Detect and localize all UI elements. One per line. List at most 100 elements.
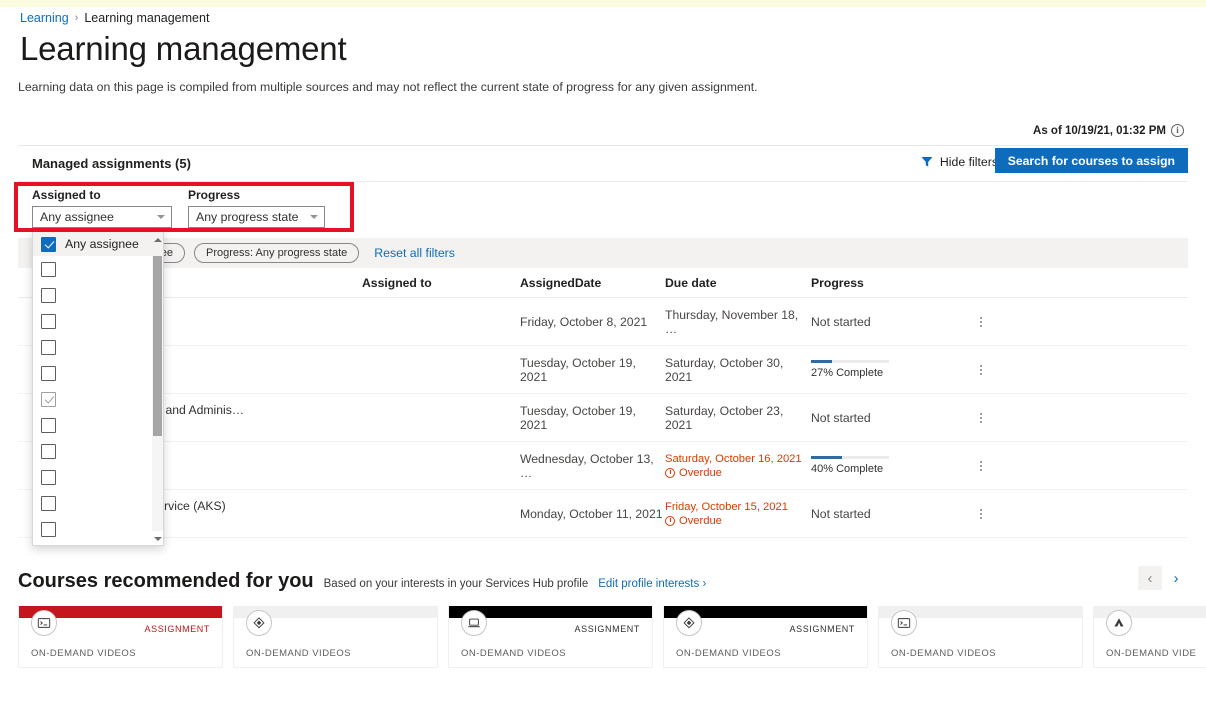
- dropdown-option[interactable]: [33, 516, 163, 542]
- table-row[interactable]: C… zure Kubernetes Service (AKS)1…Monday…: [18, 490, 1188, 538]
- carousel-nav: ‹ ›: [1138, 566, 1188, 590]
- dropdown-option[interactable]: Any assignee: [33, 232, 163, 256]
- progress-fill: [811, 360, 833, 363]
- checkbox-icon[interactable]: [41, 365, 56, 381]
- more-options-icon[interactable]: [974, 410, 988, 426]
- hide-filters-button[interactable]: Hide filters: [911, 149, 1008, 175]
- panel-title: Managed assignments (5): [32, 156, 191, 171]
- progress-bar: 27% Complete: [811, 360, 891, 379]
- dropdown-option[interactable]: [33, 464, 163, 490]
- card-content-type: ON-DEMAND VIDE: [1106, 648, 1197, 659]
- recommended-header: Courses recommended for you Based on you…: [18, 566, 1188, 593]
- cell-assigned-date: Friday, October 8, 2021: [520, 314, 648, 329]
- more-options-icon[interactable]: [974, 458, 988, 474]
- dropdown-option[interactable]: [33, 334, 163, 360]
- dropdown-option[interactable]: [33, 308, 163, 334]
- dropdown-scrollbar[interactable]: [152, 256, 163, 531]
- column-header-assigned-date[interactable]: AssignedDate: [520, 276, 665, 290]
- card-content-type: ON-DEMAND VIDEOS: [461, 648, 567, 659]
- column-header-progress[interactable]: Progress: [811, 276, 951, 290]
- column-header-assigned-to[interactable]: Assigned to: [362, 276, 520, 290]
- page-title: Learning management: [20, 30, 347, 67]
- azure-icon: [1106, 610, 1132, 636]
- recommended-course-card[interactable]: ON-DEMAND VIDEOS: [878, 606, 1083, 668]
- dropdown-option[interactable]: [33, 412, 163, 438]
- cell-due-date: Saturday, October 23, 2021: [665, 404, 811, 432]
- carousel-prev-button[interactable]: ‹: [1138, 566, 1162, 590]
- table-row[interactable]: W… ation Skills1…Wednesday, October 13, …: [18, 442, 1188, 490]
- table-row[interactable]: A…2…Friday, October 8, 2021Thursday, Nov…: [18, 298, 1188, 346]
- recommended-courses-section: Courses recommended for you Based on you…: [18, 566, 1206, 668]
- more-options-icon[interactable]: [974, 506, 988, 522]
- dropdown-option[interactable]: [33, 438, 163, 464]
- checkbox-icon[interactable]: [41, 287, 56, 303]
- cell-due-date: Thursday, November 18, …: [665, 308, 811, 336]
- diamond-icon: [676, 610, 702, 636]
- recommended-course-card[interactable]: ON-DEMAND VIDE: [1093, 606, 1206, 668]
- recommended-subtitle: Based on your interests in your Services…: [323, 578, 589, 590]
- terminal-icon: [891, 610, 917, 636]
- progress-label: Not started: [811, 314, 871, 329]
- cell-progress: Not started: [811, 507, 951, 521]
- table-row[interactable]: S… Manager: Concepts and Adminis…4…Tuesd…: [18, 394, 1188, 442]
- assigned-to-label: Assigned to: [32, 188, 101, 202]
- checkbox-icon[interactable]: [41, 495, 56, 511]
- page-description: Learning data on this page is compiled f…: [18, 80, 758, 94]
- hide-filters-label: Hide filters: [939, 155, 998, 169]
- checkbox-icon[interactable]: [41, 521, 56, 537]
- dropdown-scrollbar-thumb[interactable]: [153, 256, 162, 436]
- recommended-title: Courses recommended for you: [18, 570, 314, 592]
- column-header-due-date[interactable]: Due date: [665, 276, 811, 290]
- checkbox-icon[interactable]: [41, 339, 56, 355]
- scroll-down-arrow-icon[interactable]: [154, 537, 162, 541]
- cell-progress: 27% Complete: [811, 360, 951, 379]
- checkbox-icon[interactable]: [41, 313, 56, 329]
- active-filter-chips: Assigned to: Any assignee Progress: Any …: [18, 238, 1188, 268]
- checkbox-icon[interactable]: [41, 391, 56, 407]
- recommended-course-card[interactable]: ASSIGNMENT ON-DEMAND VIDEOS: [663, 606, 868, 668]
- cell-progress: 40% Complete: [811, 456, 951, 475]
- info-icon[interactable]: i: [1171, 124, 1184, 137]
- dropdown-option[interactable]: [33, 256, 163, 282]
- table-body: A…2…Friday, October 8, 2021Thursday, Nov…: [18, 298, 1188, 538]
- cell-assigned-date: Monday, October 11, 2021: [520, 506, 663, 521]
- dropdown-option[interactable]: [33, 282, 163, 308]
- dropdown-option[interactable]: [33, 360, 163, 386]
- breadcrumb-link-learning[interactable]: Learning: [20, 10, 69, 26]
- checkbox-icon[interactable]: [41, 261, 56, 277]
- search-for-courses-to-assign-button[interactable]: Search for courses to assign: [994, 148, 1188, 173]
- recommended-course-card[interactable]: ASSIGNMENT ON-DEMAND VIDEOS: [448, 606, 653, 668]
- assigned-to-dropdown[interactable]: Any assignee: [32, 206, 172, 228]
- edit-profile-interests-link[interactable]: Edit profile interests ›: [598, 578, 706, 590]
- scroll-up-arrow-icon[interactable]: [154, 238, 162, 242]
- dropdown-option[interactable]: [33, 490, 163, 516]
- recommended-course-card[interactable]: ASSIGNMENT ON-DEMAND VIDEOS: [18, 606, 223, 668]
- recommended-course-card[interactable]: ON-DEMAND VIDEOS: [233, 606, 438, 668]
- progress-label: Progress: [188, 188, 241, 202]
- chevron-down-icon: [157, 215, 165, 219]
- progress-dropdown[interactable]: Any progress state: [188, 206, 325, 228]
- dropdown-option[interactable]: [33, 386, 163, 412]
- more-options-icon[interactable]: [974, 314, 988, 330]
- checkbox-icon[interactable]: [41, 417, 56, 433]
- managed-assignments-panel: Managed assignments (5) Hide filters Sea…: [18, 145, 1188, 545]
- checkbox-icon[interactable]: [41, 469, 56, 485]
- checkbox-icon[interactable]: [41, 236, 56, 252]
- reset-all-filters-link[interactable]: Reset all filters: [374, 246, 455, 260]
- card-content-type: ON-DEMAND VIDEOS: [246, 648, 352, 659]
- table-row[interactable]: A… Connect2…Tuesday, October 19, 2021Sat…: [18, 346, 1188, 394]
- top-accent-strip: [0, 0, 1206, 7]
- laptop-icon: [461, 610, 487, 636]
- checkbox-icon[interactable]: [41, 443, 56, 459]
- carousel-next-button[interactable]: ›: [1164, 566, 1188, 590]
- panel-header: Managed assignments (5) Hide filters Sea…: [18, 146, 1188, 182]
- cell-actions: [951, 314, 1011, 330]
- progress-label: Not started: [811, 506, 871, 521]
- more-options-icon[interactable]: [974, 362, 988, 378]
- cell-actions: [951, 506, 1011, 522]
- assignee-dropdown-menu[interactable]: Any assignee: [32, 231, 164, 546]
- recommended-cards: ASSIGNMENT ON-DEMAND VIDEOS ON-DEMAND VIDE…: [18, 606, 1206, 668]
- due-date-text: Saturday, October 23, 2021: [665, 403, 784, 432]
- filter-chip[interactable]: Progress: Any progress state: [194, 243, 360, 263]
- cell-assigned-date: Tuesday, October 19, 2021: [520, 355, 636, 384]
